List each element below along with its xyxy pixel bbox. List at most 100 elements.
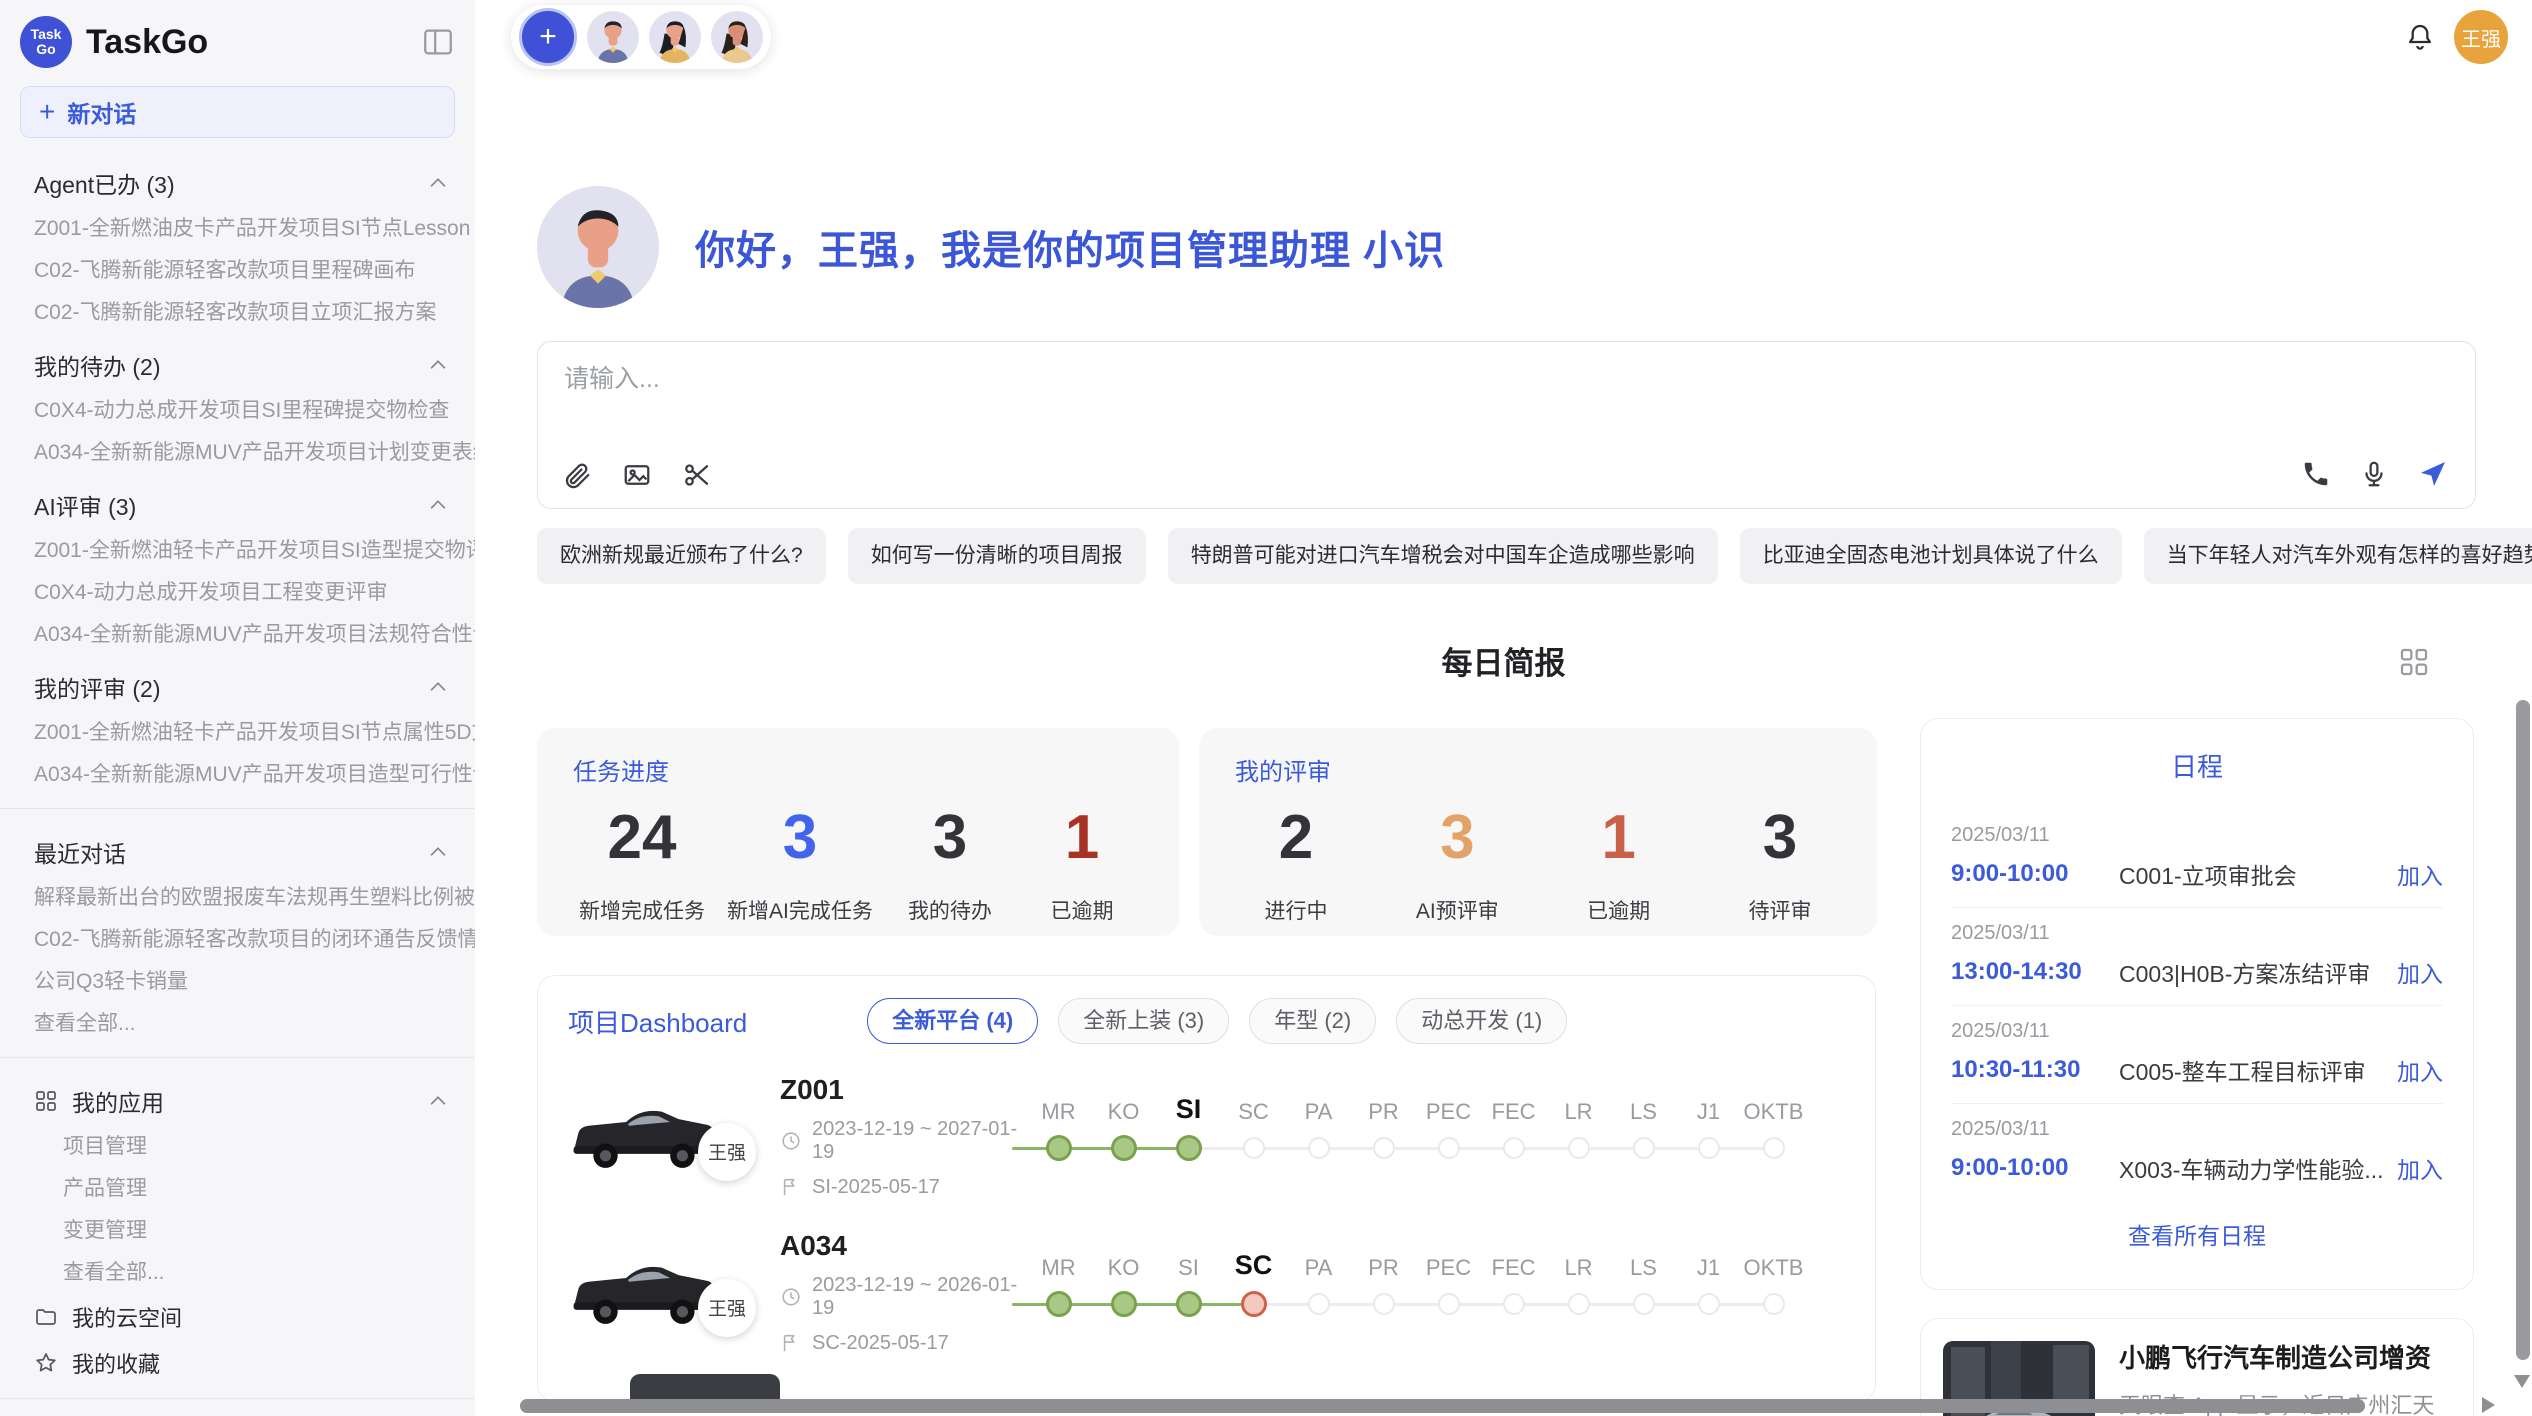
suggestion-chips: 欧洲新规最近颁布了什么? 如何写一份清晰的项目周报特朗普可能对进口汽车增税会对中国… — [537, 528, 2532, 584]
scissors-icon[interactable] — [682, 460, 712, 490]
sidebar-section-0[interactable]: Agent已办 (3) — [0, 152, 475, 208]
sidebar-section-recent-label: 最近对话 — [34, 835, 126, 869]
milestone-dot — [1111, 1135, 1137, 1161]
user-avatar[interactable]: 王强 — [2454, 10, 2508, 64]
agent-avatar-3[interactable] — [711, 11, 763, 63]
sidebar-collapse-icon[interactable] — [421, 25, 455, 59]
notification-bell-icon[interactable] — [2404, 22, 2436, 54]
agent-avatar-2[interactable] — [649, 11, 701, 63]
schedule-event-title: C005-整车工程目标评审 — [2119, 1053, 2397, 1087]
milestone-dot — [1308, 1137, 1330, 1159]
vertical-scrollbar[interactable] — [2516, 700, 2530, 1360]
suggestion-chip[interactable]: 如何写一份清晰的项目周报 — [848, 528, 1146, 584]
suggestion-chip[interactable]: 比亚迪全固态电池计划具体说了什么 — [1740, 528, 2122, 584]
dashboard-filter-tab[interactable]: 全新平台 (4) — [867, 998, 1038, 1044]
sidebar-task-item[interactable]: C0X4-动力总成开发项目工程变更评审 — [0, 572, 475, 614]
sidebar-link-label: 我的收藏 — [72, 1347, 160, 1379]
microphone-icon[interactable] — [2359, 459, 2389, 489]
scroll-down-arrow-icon[interactable] — [2514, 1375, 2530, 1388]
sidebar-task-item[interactable]: A034-全新新能源MUV产品开发项目计划变更表编写 — [0, 432, 475, 474]
schedule-date: 2025/03/11 — [1951, 824, 2443, 847]
join-link[interactable]: 加入 — [2397, 1053, 2443, 1087]
stat-card-my-reviews: 我的评审2进行中3AI预评审1已逾期3待评审 — [1199, 728, 1877, 936]
agent-avatar-1[interactable] — [587, 11, 639, 63]
sidebar-section-recent[interactable]: 最近对话 — [0, 821, 475, 877]
sidebar-task-item[interactable]: Z001-全新燃油轻卡产品开发项目SI造型提交物评审 — [0, 530, 475, 572]
view-all-schedule-link[interactable]: 查看所有日程 — [1951, 1217, 2443, 1251]
milestone-label: SI — [1176, 1091, 1202, 1125]
sidebar-section-2[interactable]: AI评审 (3) — [0, 474, 475, 530]
project-row[interactable]: 王强A0342023-12-19 ~ 2026-01-19SC-2025-05-… — [568, 1228, 1845, 1356]
milestone-label: J1 — [1697, 1091, 1720, 1125]
recent-chat-item[interactable]: 解释最新出台的欧盟报废车法规再生塑料比例被调至15%... — [0, 877, 475, 919]
join-link[interactable]: 加入 — [2397, 1151, 2443, 1185]
stat-card-task-progress: 任务进度24新增完成任务3新增AI完成任务3我的待办1已逾期 — [537, 728, 1179, 936]
main-area: + 王强 你好，王强，我是你的项目管理助理 小识 — [475, 0, 2532, 1416]
suggestion-chip[interactable]: 特朗普可能对进口汽车增税会对中国车企造成哪些影响 — [1168, 528, 1718, 584]
suggestion-chip[interactable]: 当下年轻人对汽车外观有怎样的喜好趋势 — [2144, 528, 2532, 584]
milestone-dot-wrap — [1373, 1281, 1395, 1327]
milestone-dot — [1568, 1137, 1590, 1159]
sidebar-task-item[interactable]: C02-飞腾新能源轻客改款项目立项汇报方案 — [0, 292, 475, 334]
milestone-dot-wrap — [1763, 1125, 1785, 1171]
suggestion-chip[interactable]: 欧洲新规最近颁布了什么? — [537, 528, 826, 584]
milestone-timeline: MRKOSISCPAPRPECFECLRLSJ1OKTB — [1026, 1081, 1806, 1191]
recent-chat-item[interactable]: 查看全部... — [0, 1003, 475, 1045]
stat-label: 已逾期 — [1587, 895, 1650, 925]
stat-value: 2 — [1279, 803, 1313, 873]
sidebar-section-3[interactable]: 我的评审 (2) — [0, 656, 475, 712]
flag-icon — [780, 1176, 802, 1198]
milestone-dot-wrap — [1373, 1125, 1395, 1171]
scroll-right-arrow-icon[interactable] — [2482, 1397, 2495, 1413]
app-item[interactable]: 产品管理 — [0, 1168, 475, 1210]
chevron-up-icon — [427, 172, 449, 194]
milestone-node: LR — [1546, 1247, 1611, 1327]
app-item[interactable]: 项目管理 — [0, 1126, 475, 1168]
milestone-dot — [1763, 1293, 1785, 1315]
app-root: Task Go TaskGo + 新对话 Agent已办 (3)Z001-全新燃… — [0, 0, 2532, 1416]
sidebar-task-item[interactable]: Z001-全新燃油皮卡产品开发项目SI节点Lesson Learn报告 — [0, 208, 475, 250]
sidebar-link-我的云空间[interactable]: 我的云空间 — [0, 1294, 475, 1340]
horizontal-scrollbar[interactable] — [520, 1399, 2365, 1413]
sidebar-task-item[interactable]: A034-全新新能源MUV产品开发项目造型可行性评审 — [0, 754, 475, 796]
sidebar-task-item[interactable]: Z001-全新燃油轻卡产品开发项目SI节点属性5D文件评审 — [0, 712, 475, 754]
layout-grid-icon[interactable] — [2398, 646, 2430, 678]
app-item[interactable]: 变更管理 — [0, 1210, 475, 1252]
add-agent-button[interactable]: + — [519, 8, 577, 66]
phone-icon[interactable] — [2301, 459, 2331, 489]
milestone-label: SC — [1238, 1091, 1269, 1125]
app-item[interactable]: 查看全部... — [0, 1252, 475, 1294]
milestone-label: LR — [1564, 1247, 1592, 1281]
join-link[interactable]: 加入 — [2397, 857, 2443, 891]
new-chat-button[interactable]: + 新对话 — [20, 86, 455, 138]
join-link[interactable]: 加入 — [2397, 955, 2443, 989]
dashboard-filter-tab[interactable]: 全新上装 (3) — [1058, 998, 1229, 1044]
schedule-time: 10:30-11:30 — [1951, 1056, 2119, 1084]
dashboard-filter-tab[interactable]: 动总开发 (1) — [1396, 998, 1567, 1044]
sidebar-task-item[interactable]: C0X4-动力总成开发项目SI里程碑提交物检查 — [0, 390, 475, 432]
image-icon[interactable] — [622, 460, 652, 490]
chat-input[interactable] — [562, 364, 2166, 395]
schedule-date: 2025/03/11 — [1951, 1118, 2443, 1141]
send-icon[interactable] — [2417, 458, 2449, 490]
paperclip-icon[interactable] — [562, 460, 592, 490]
schedule-time: 9:00-10:00 — [1951, 1154, 2119, 1182]
stat-value: 3 — [1763, 803, 1797, 873]
dashboard-filter-tab[interactable]: 年型 (2) — [1249, 998, 1376, 1044]
milestone-dot-wrap — [1503, 1125, 1525, 1171]
milestone-dot-wrap — [1763, 1281, 1785, 1327]
sidebar-task-item[interactable]: A034-全新新能源MUV产品开发项目法规符合性评审 — [0, 614, 475, 656]
sidebar-tool-AI超级员工[interactable]: AI超级员工 — [0, 1411, 475, 1416]
sidebar-link-我的收藏[interactable]: 我的收藏 — [0, 1340, 475, 1386]
recent-chat-item[interactable]: C02-飞腾新能源轻客改款项目的闭环通告反馈情况 — [0, 919, 475, 961]
sidebar-section-apps[interactable]: 我的应用 — [0, 1070, 475, 1126]
schedule-item: 2025/03/119:00-10:00X003-车辆动力学性能验...加入 — [1951, 1104, 2443, 1201]
sidebar-task-item[interactable]: C02-飞腾新能源轻客改款项目里程碑画布 — [0, 250, 475, 292]
project-row[interactable]: 王强Z0012023-12-19 ~ 2027-01-19SI-2025-05-… — [568, 1072, 1845, 1200]
owner-badge: 王强 — [698, 1279, 756, 1337]
recent-chat-item[interactable]: 公司Q3轻卡销量 — [0, 961, 475, 1003]
sidebar-section-1[interactable]: 我的待办 (2) — [0, 334, 475, 390]
milestone-dot — [1373, 1137, 1395, 1159]
apps-grid-icon — [34, 1089, 58, 1113]
stat-label: 新增完成任务 — [579, 895, 705, 925]
